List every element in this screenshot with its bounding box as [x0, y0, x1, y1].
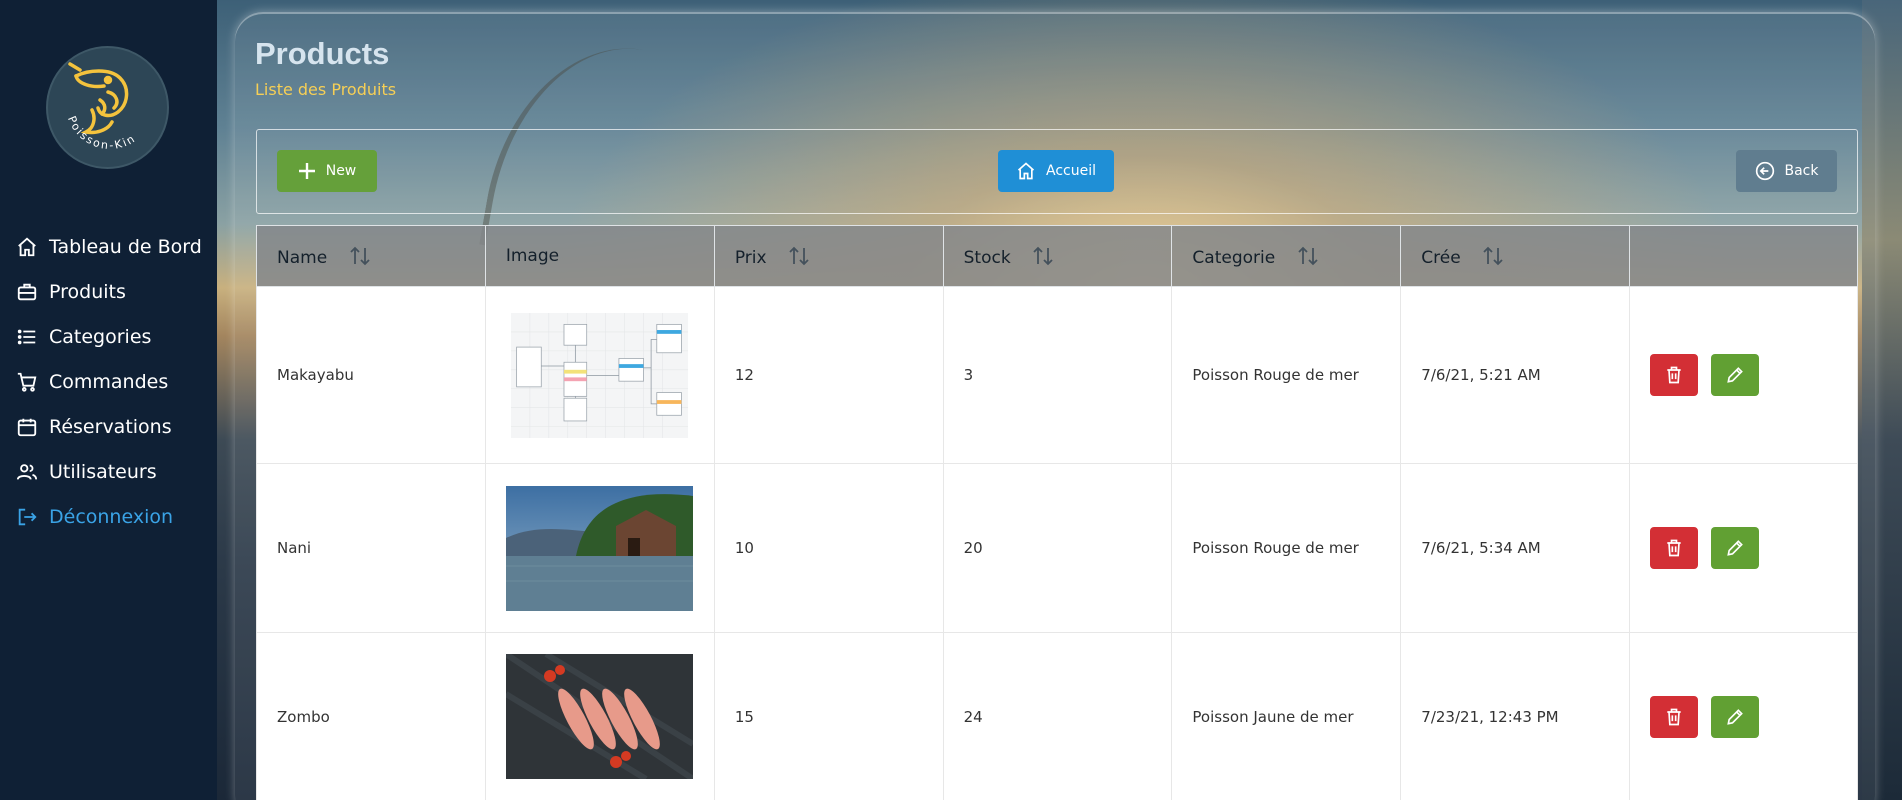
edit-button[interactable]	[1710, 695, 1759, 738]
cell-actions	[1629, 463, 1858, 633]
cell-name: Makayabu	[256, 286, 486, 464]
cell-stock: 3	[942, 286, 1173, 464]
users-icon	[15, 460, 39, 484]
sidebar-item-categories[interactable]: Categories	[0, 314, 217, 359]
column-header-stock[interactable]: Stock	[942, 225, 1173, 287]
product-image[interactable]	[505, 654, 693, 779]
sort-icon[interactable]	[1297, 245, 1319, 267]
cell-actions	[1629, 286, 1858, 464]
cell-name: Zombo	[256, 632, 486, 800]
cell-image	[484, 463, 715, 633]
cell-cree: 7/6/21, 5:21 AM	[1400, 286, 1631, 464]
column-header-categorie[interactable]: Categorie	[1171, 225, 1402, 287]
cell-cree: 7/23/21, 12:43 PM	[1400, 632, 1631, 800]
new-button-label: New	[325, 163, 357, 179]
trash-icon	[1667, 366, 1681, 384]
cell-image	[484, 286, 715, 464]
cell-cree: 7/6/21, 5:34 AM	[1400, 463, 1631, 633]
cell-categorie: Poisson Jaune de mer	[1171, 632, 1402, 800]
pencil-icon	[1727, 367, 1743, 383]
sidebar-item-label: Tableau de Bord	[49, 235, 202, 258]
cell-image	[484, 632, 715, 800]
column-header-label: Image	[505, 246, 560, 266]
column-header-prix[interactable]: Prix	[713, 225, 944, 287]
svg-text:Poisson-Kin: Poisson-Kin	[65, 114, 138, 152]
new-button[interactable]: New	[277, 150, 377, 192]
home-button-label: Accueil	[1046, 163, 1096, 179]
plus-icon	[298, 163, 315, 179]
column-header-image: Image	[484, 225, 715, 287]
column-header-name[interactable]: Name	[256, 225, 486, 287]
sidebar-item-tableau-de-bord[interactable]: Tableau de Bord	[0, 224, 217, 269]
sidebar-item-label: Categories	[49, 325, 152, 348]
delete-button[interactable]	[1650, 354, 1699, 396]
sidebar: Poisson-Kin Tableau de Bord Produits Cat…	[0, 0, 217, 800]
home-icon	[15, 235, 39, 259]
logo-text: Poisson-Kin	[65, 114, 136, 152]
sidebar-item-label: Utilisateurs	[49, 460, 157, 483]
cell-name: Nani	[256, 463, 486, 633]
sidebar-item-reservations[interactable]: Réservations	[0, 404, 217, 449]
sidebar-item-label: Produits	[49, 280, 126, 303]
column-header-label: Prix	[734, 247, 767, 268]
cell-stock: 20	[942, 463, 1173, 633]
calendar-icon	[15, 415, 39, 439]
column-header-actions	[1629, 225, 1858, 287]
cell-categorie: Poisson Rouge de mer	[1171, 463, 1402, 633]
cart-icon	[15, 370, 39, 394]
cell-prix: 12	[713, 286, 944, 464]
delete-button[interactable]	[1650, 695, 1699, 738]
trash-icon	[1667, 539, 1681, 557]
column-header-label: Name	[277, 247, 328, 268]
sidebar-item-utilisateurs[interactable]: Utilisateurs	[0, 449, 217, 494]
table-row: Zombo 15 24 Poisson Jaune de mer 7/23/21…	[256, 632, 1858, 800]
toolbar: New Accueil Back	[256, 129, 1858, 214]
pencil-icon	[1727, 540, 1743, 556]
back-button-label: Back	[1784, 163, 1819, 179]
back-button[interactable]: Back	[1736, 150, 1837, 192]
sort-icon[interactable]	[1482, 245, 1504, 267]
cell-stock: 24	[942, 632, 1173, 800]
page-title: Products	[255, 36, 390, 71]
edit-button[interactable]	[1710, 354, 1759, 396]
sort-icon[interactable]	[1032, 245, 1054, 267]
sidebar-item-produits[interactable]: Produits	[0, 269, 217, 314]
product-image[interactable]	[505, 485, 693, 611]
sort-icon[interactable]	[349, 245, 371, 267]
shrimp-logo-icon: Poisson-Kin	[65, 62, 138, 152]
table-row: Nani 10 20 Poisson Rouge de mer 7/6/21, …	[256, 463, 1858, 633]
pencil-icon	[1727, 708, 1743, 725]
cell-prix: 15	[713, 632, 944, 800]
sidebar-nav: Tableau de Bord Produits Categories Comm…	[0, 224, 217, 539]
column-header-cree[interactable]: Crée	[1400, 225, 1631, 287]
sort-icon[interactable]	[788, 245, 810, 267]
product-image[interactable]	[506, 312, 693, 438]
logout-icon	[15, 505, 39, 529]
home-icon	[1017, 162, 1035, 180]
sidebar-item-deconnexion[interactable]: Déconnexion	[0, 494, 217, 539]
edit-button[interactable]	[1710, 527, 1759, 569]
sidebar-item-label: Commandes	[49, 370, 169, 393]
sidebar-item-commandes[interactable]: Commandes	[0, 359, 217, 404]
table-header-row: Name Image Prix Stock Categorie Crée	[256, 225, 1858, 287]
cell-actions	[1629, 632, 1858, 800]
cell-prix: 10	[713, 463, 944, 633]
column-header-label: Categorie	[1192, 247, 1276, 268]
briefcase-icon	[15, 280, 39, 304]
column-header-label: Crée	[1421, 247, 1461, 268]
sidebar-item-label: Réservations	[49, 415, 172, 438]
products-table: Name Image Prix Stock Categorie Crée Mak…	[256, 225, 1858, 800]
cell-categorie: Poisson Rouge de mer	[1171, 286, 1402, 464]
delete-button[interactable]	[1650, 527, 1699, 569]
sidebar-item-label: Déconnexion	[49, 505, 174, 528]
column-header-label: Stock	[963, 247, 1011, 268]
brand-logo: Poisson-Kin	[46, 46, 169, 169]
table-row: Makayabu 12 3 Poisson Rouge de mer 7/6/2…	[256, 286, 1858, 464]
page-subtitle: Liste des Produits	[255, 80, 397, 99]
arrow-left-circle-icon	[1755, 161, 1774, 181]
list-icon	[15, 325, 39, 349]
home-button[interactable]: Accueil	[998, 150, 1114, 192]
trash-icon	[1667, 708, 1681, 725]
